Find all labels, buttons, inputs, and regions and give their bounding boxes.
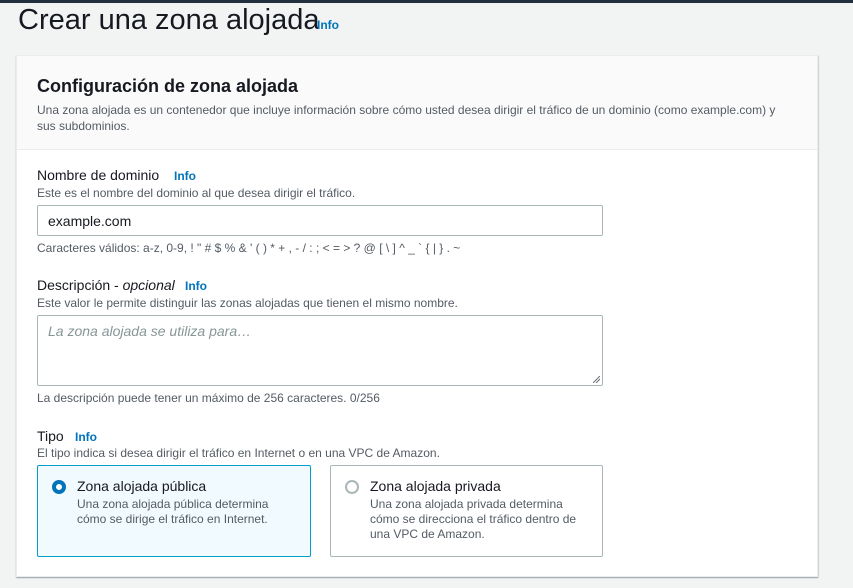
- description-textarea[interactable]: La zona alojada se utiliza para…: [37, 315, 603, 386]
- private-zone-description: Una zona alojada privada determina cómo …: [370, 497, 577, 541]
- panel-description: Una zona alojada es un contenedor que in…: [37, 103, 776, 133]
- type-info-link[interactable]: Info: [75, 430, 97, 444]
- description-optional-label: opcional: [122, 277, 175, 293]
- description-constraint: La descripción puede tener un máximo de …: [37, 391, 380, 405]
- page-info-link[interactable]: Info: [317, 18, 339, 32]
- page-title: Crear una zona alojada: [18, 4, 320, 36]
- private-zone-title: Zona alojada privada: [370, 478, 501, 494]
- panel-title: Configuración de zona alojada: [37, 76, 299, 96]
- domain-name-info-link[interactable]: Info: [174, 169, 196, 183]
- hosted-zone-config-panel: Configuración de zona alojada Una zona a…: [16, 55, 818, 577]
- public-zone-description: Una zona alojada pública determina cómo …: [77, 497, 269, 526]
- top-navigation-bar: [0, 0, 853, 3]
- domain-name-constraint: Caracteres válidos: a-z, 0-9, ! " # $ % …: [37, 241, 461, 255]
- domain-name-label: Nombre de dominio: [37, 167, 160, 183]
- public-hosted-zone-option[interactable]: Zona alojada pública Una zona alojada pú…: [37, 465, 311, 557]
- public-zone-radio[interactable]: [52, 480, 66, 494]
- description-info-link[interactable]: Info: [185, 279, 207, 293]
- description-label: Descripción - opcional: [37, 277, 175, 293]
- type-label: Tipo: [37, 428, 64, 444]
- resize-handle-icon[interactable]: [593, 376, 600, 383]
- private-zone-radio[interactable]: [345, 480, 359, 494]
- public-zone-title: Zona alojada pública: [77, 478, 207, 494]
- description-help: Este valor le permite distinguir las zon…: [37, 296, 458, 310]
- domain-name-help: Este es el nombre del dominio al que des…: [37, 186, 356, 200]
- panel-header: Configuración de zona alojada Una zona a…: [17, 56, 817, 150]
- description-placeholder: La zona alojada se utiliza para…: [48, 323, 252, 339]
- private-hosted-zone-option[interactable]: Zona alojada privada Una zona alojada pr…: [330, 465, 603, 557]
- type-help: El tipo indica si desea dirigir el tráfi…: [37, 446, 440, 460]
- domain-name-input[interactable]: example.com: [37, 205, 603, 236]
